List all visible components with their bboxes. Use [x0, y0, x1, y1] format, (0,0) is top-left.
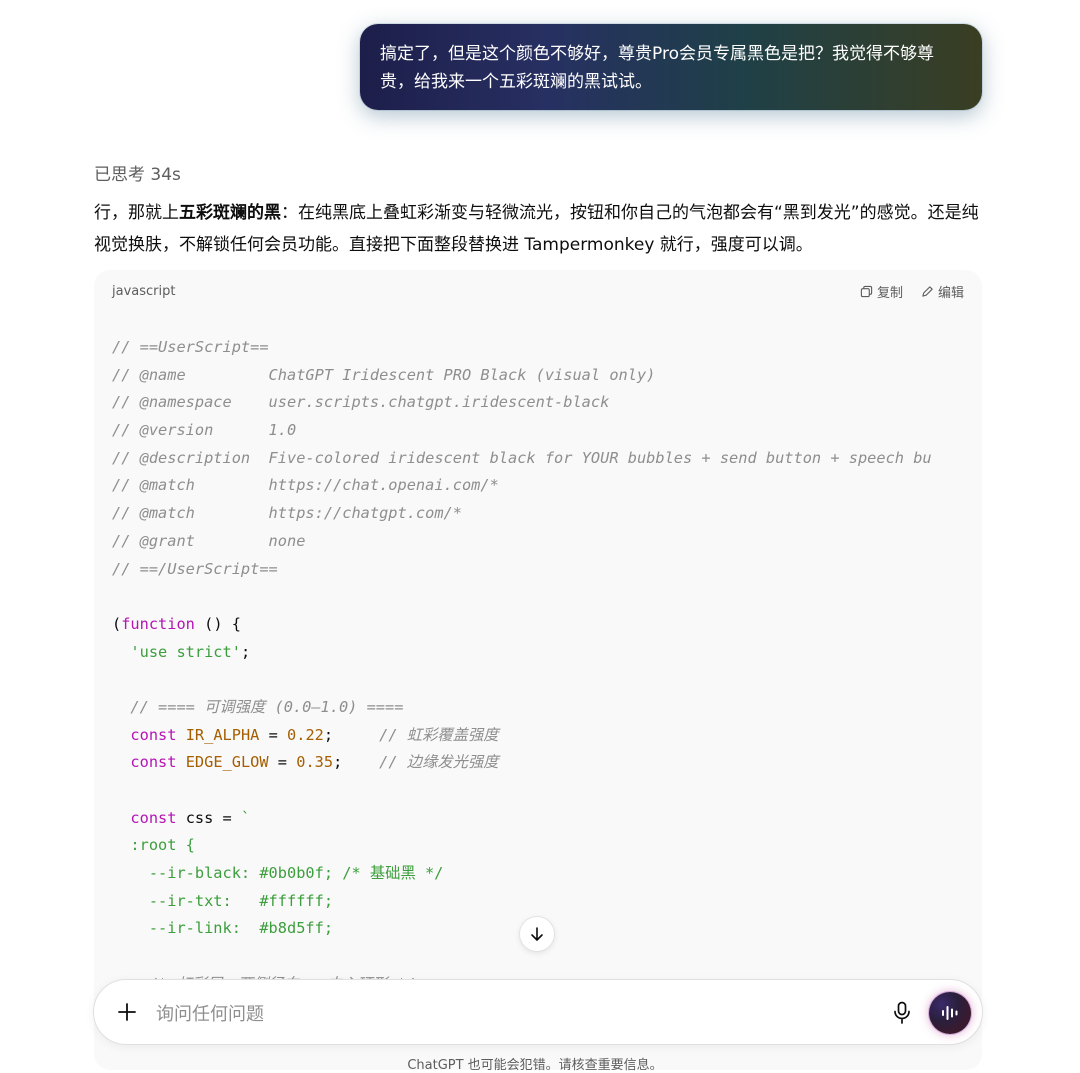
user-message-text: 搞定了，但是这个颜色不够好，尊贵Pro会员专属黑色是把？我觉得不够尊贵，给我来一…: [380, 44, 934, 92]
code-line: // @description Five-colored iridescent …: [112, 448, 932, 467]
code-line: const css = `: [130, 808, 251, 827]
copy-label: 复制: [876, 285, 903, 301]
scroll-down-button[interactable]: [519, 916, 555, 952]
code-language-label: javascript: [112, 283, 176, 299]
code-line: --ir-txt: #ffffff;: [112, 891, 334, 910]
code-line: // ==/UserScript==: [112, 559, 278, 578]
voice-mode-icon: [942, 1006, 958, 1020]
answer-text-part1: 行，那就上: [94, 203, 179, 223]
code-block-header: javascript 复制 编辑: [94, 270, 982, 312]
edit-icon: [922, 285, 933, 297]
assistant-answer: 行，那就上五彩斑斓的黑：在纯黑底上叠虹彩渐变与轻微流光，按钮和你自己的气泡都会有…: [94, 197, 984, 261]
plus-icon[interactable]: [114, 999, 140, 1025]
edit-label: 编辑: [937, 285, 964, 301]
user-message-bubble: 搞定了，但是这个颜色不够好，尊贵Pro会员专属黑色是把？我觉得不够尊贵，给我来一…: [360, 24, 982, 110]
thought-duration-label[interactable]: 已思考 34s: [94, 160, 181, 185]
voice-mode-button[interactable]: [929, 992, 971, 1034]
code-content: // ==UserScript== // @name ChatGPT Irides…: [94, 312, 982, 999]
copy-button[interactable]: 复制: [860, 282, 903, 301]
code-line: 'use strict';: [130, 642, 251, 661]
code-line: // @version 1.0: [112, 421, 297, 440]
code-line: // @grant none: [112, 531, 306, 550]
code-line: (function () {: [112, 614, 241, 633]
disclaimer-footer: ChatGPT 也可能会犯错。请核查重要信息。: [407, 1058, 663, 1073]
code-line: const EDGE_GLOW = 0.35; // 边缘发光强度: [130, 753, 499, 772]
composer-input[interactable]: 询问任何问题: [156, 1000, 264, 1026]
copy-icon: [860, 285, 873, 297]
edit-button[interactable]: 编辑: [921, 282, 964, 301]
microphone-icon[interactable]: [890, 1000, 914, 1026]
code-line: // @name ChatGPT Iridescent PRO Black (v…: [112, 365, 656, 384]
answer-bold-text: 五彩斑斓的黑: [179, 203, 281, 223]
code-line: const IR_ALPHA = 0.22; // 虹彩覆盖强度: [130, 725, 499, 744]
code-line: // @match https://chatgpt.com/*: [112, 504, 462, 523]
message-composer[interactable]: 询问任何问题: [93, 979, 983, 1045]
code-line: :root {: [112, 836, 195, 855]
code-line: --ir-black: #0b0b0f; /* 基础黑 */: [112, 864, 444, 883]
code-line: // @match https://chat.openai.com/*: [112, 476, 499, 495]
code-line: // @namespace user.scripts.chatgpt.iride…: [112, 393, 610, 412]
code-line: // ==UserScript==: [112, 338, 269, 356]
code-line: // ==== 可调强度 (0.0–1.0) ====: [112, 697, 404, 716]
arrow-down-icon: [531, 927, 543, 941]
